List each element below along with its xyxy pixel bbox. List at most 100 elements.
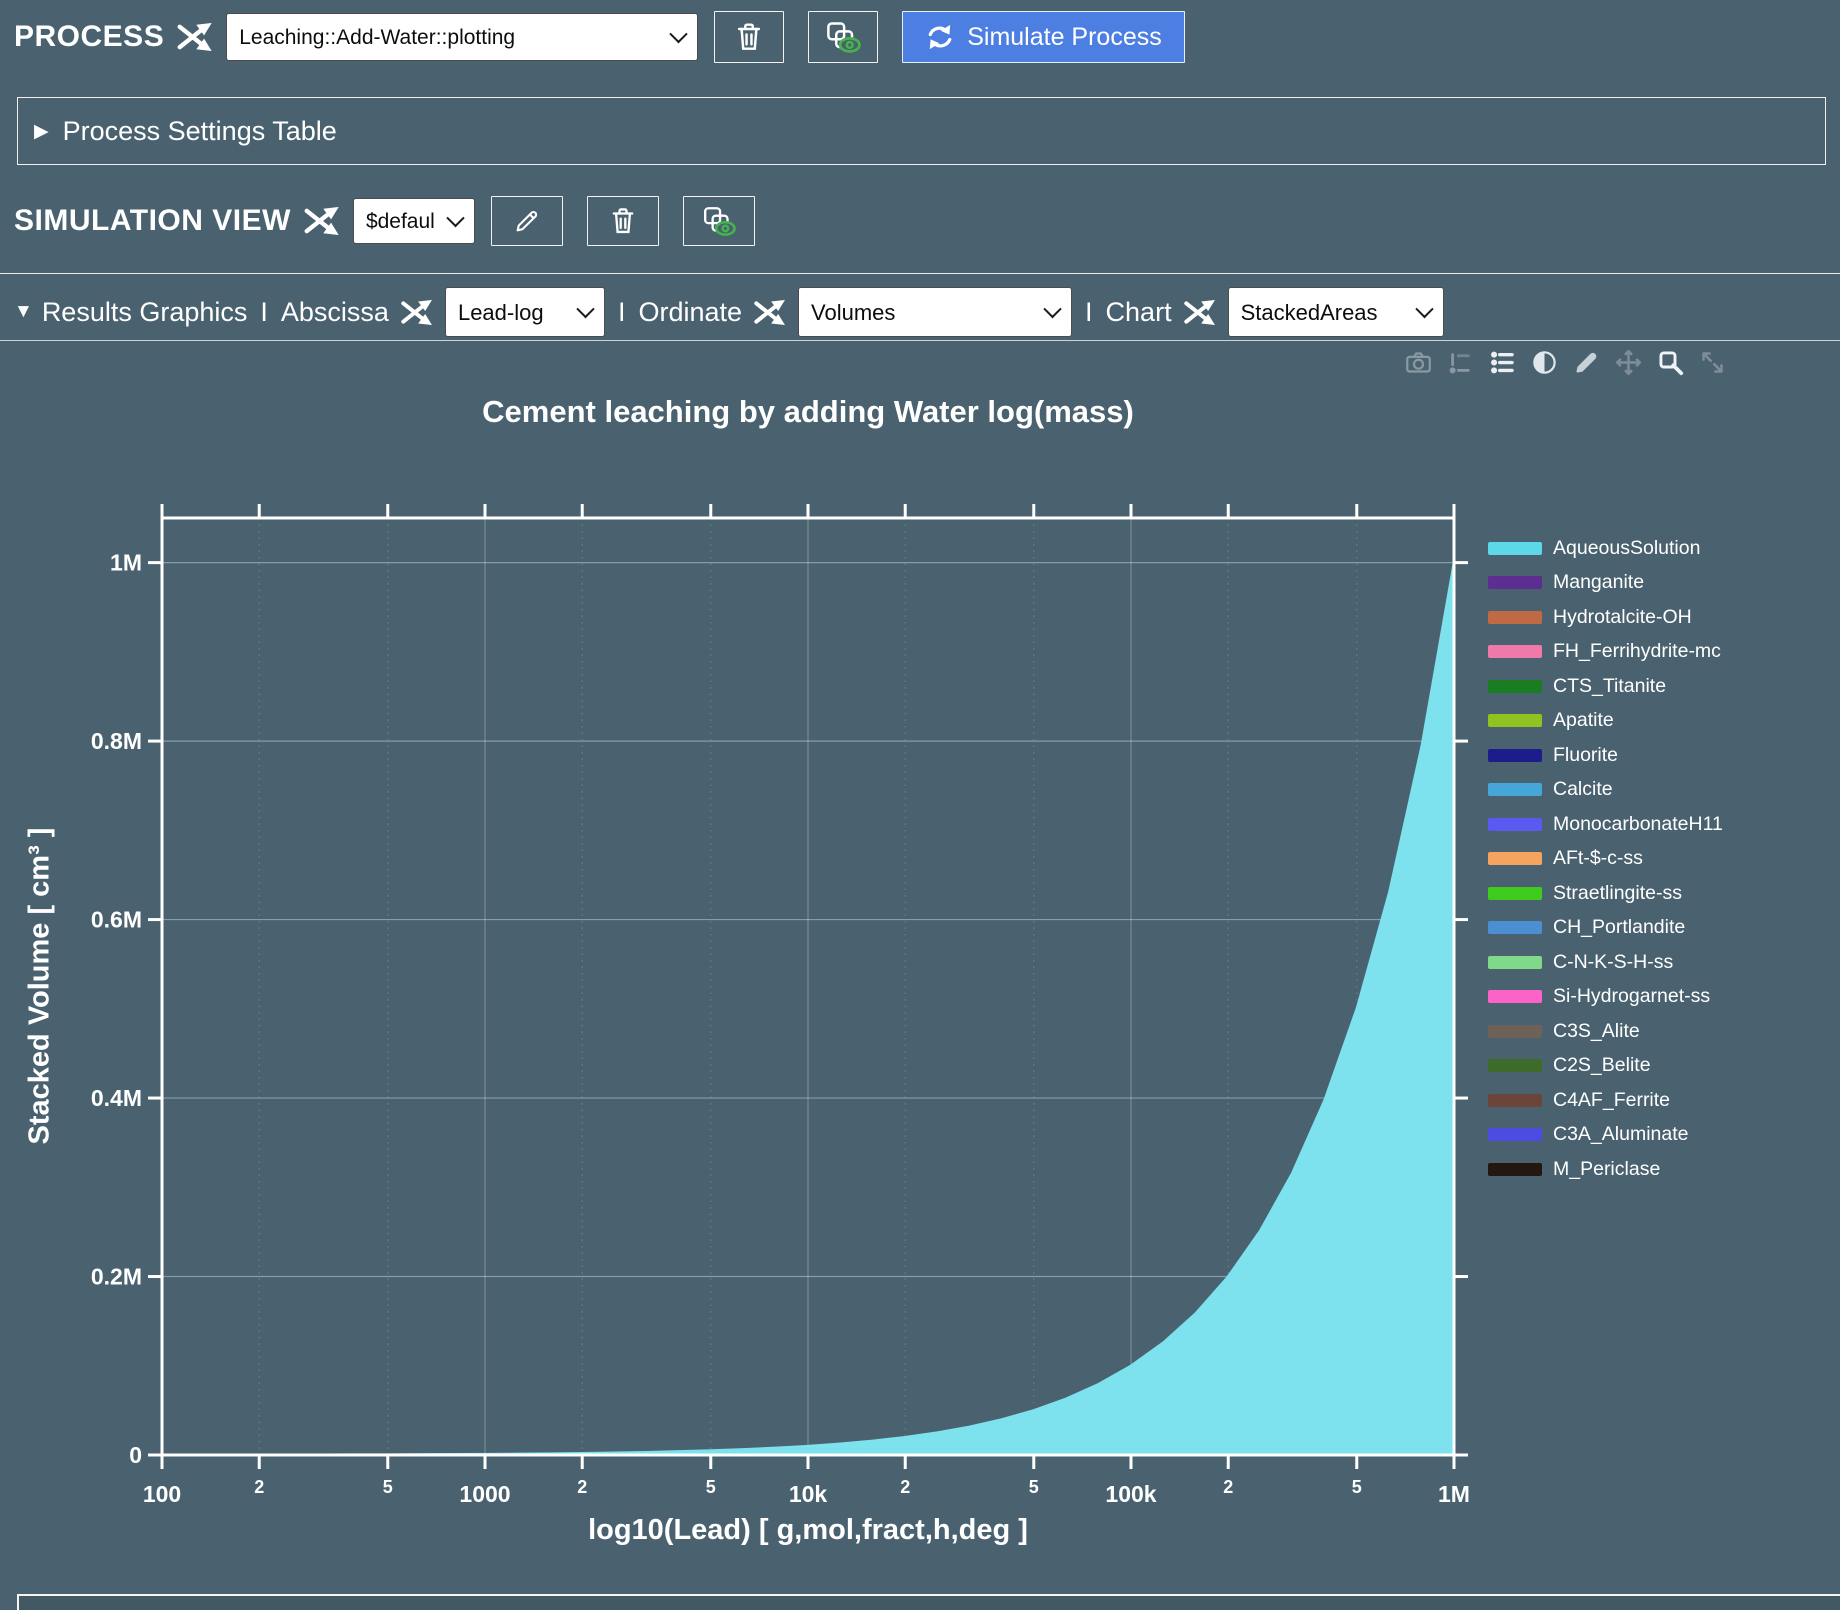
edit-view-button[interactable] xyxy=(491,196,563,246)
legend-label: C-N-K-S-H-ss xyxy=(1553,951,1673,974)
legend-item[interactable]: M_Periclase xyxy=(1488,1158,1723,1181)
legend-label: MonocarbonateH11 xyxy=(1553,813,1723,836)
legend-item[interactable]: AqueousSolution xyxy=(1488,537,1723,560)
y-tick-label: 1M xyxy=(110,550,142,576)
delete-view-button[interactable] xyxy=(587,196,659,246)
legend-swatch xyxy=(1488,956,1542,969)
legend-swatch xyxy=(1488,783,1542,796)
camera-icon[interactable] xyxy=(1405,349,1432,376)
legend-item[interactable]: C3S_Alite xyxy=(1488,1020,1723,1043)
x-minor-tick-label: 5 xyxy=(1352,1477,1362,1497)
legend-item[interactable]: Calcite xyxy=(1488,778,1723,801)
legend-item[interactable]: CTS_Titanite xyxy=(1488,675,1723,698)
abscissa-select[interactable]: Lead-log xyxy=(445,287,605,337)
legend-item[interactable]: Si-Hydrogarnet-ss xyxy=(1488,985,1723,1008)
pan-icon[interactable] xyxy=(1615,349,1642,376)
compare-data-icon[interactable] xyxy=(1531,349,1558,376)
legend-item[interactable]: Hydrotalcite-OH xyxy=(1488,606,1723,629)
legend-swatch xyxy=(1488,1163,1542,1176)
simulate-process-button[interactable]: Simulate Process xyxy=(902,11,1185,63)
legend-label: C3A_Aluminate xyxy=(1553,1123,1689,1146)
legend-label: Si-Hydrogarnet-ss xyxy=(1553,985,1710,1008)
chart-type-select-wrap: StackedAreas xyxy=(1228,287,1444,337)
legend-item[interactable]: AFt-$-c-ss xyxy=(1488,847,1723,870)
chart-type-select[interactable]: StackedAreas xyxy=(1228,287,1444,337)
legend-item[interactable]: MonocarbonateH11 xyxy=(1488,813,1723,836)
legend-label: M_Periclase xyxy=(1553,1158,1660,1181)
legend-item[interactable]: C3A_Aluminate xyxy=(1488,1123,1723,1146)
legend-item[interactable]: Straetlingite-ss xyxy=(1488,882,1723,905)
legend-item[interactable]: Fluorite xyxy=(1488,744,1723,767)
copy-eye-icon xyxy=(825,20,861,54)
legend-swatch xyxy=(1488,576,1542,589)
legend-item[interactable]: C2S_Belite xyxy=(1488,1054,1723,1077)
next-panel-top-edge xyxy=(17,1594,1840,1610)
legend-label: C2S_Belite xyxy=(1553,1054,1651,1077)
ordinate-select-wrap: Volumes xyxy=(798,287,1072,337)
view-select[interactable]: $default xyxy=(353,198,475,244)
ordinate-select[interactable]: Volumes xyxy=(798,287,1072,337)
y-tick-label: 0.8M xyxy=(91,728,142,754)
legend-item[interactable]: Apatite xyxy=(1488,709,1723,732)
legend-label: AqueousSolution xyxy=(1553,537,1700,560)
x-axis-title: log10(Lead) [ g,mol,fract,h,deg ] xyxy=(162,1514,1454,1547)
process-toolbar: PROCESS Leaching::Add-Water::plotting xyxy=(14,11,1185,63)
abscissa-select-wrap: Lead-log xyxy=(445,287,605,337)
ordinate-label: Ordinate xyxy=(638,297,742,328)
legend-item[interactable]: Manganite xyxy=(1488,571,1723,594)
delete-process-button[interactable] xyxy=(714,11,784,63)
separator: I xyxy=(258,297,270,328)
x-minor-tick-label: 2 xyxy=(900,1477,910,1497)
legend-swatch xyxy=(1488,542,1542,555)
x-minor-tick-label: 5 xyxy=(1029,1477,1039,1497)
simulate-process-label: Simulate Process xyxy=(967,23,1162,52)
section-divider xyxy=(0,273,1840,274)
legend-label: CTS_Titanite xyxy=(1553,675,1666,698)
draw-icon[interactable] xyxy=(1573,349,1600,376)
pencil-icon xyxy=(513,207,541,235)
legend-item[interactable]: C-N-K-S-H-ss xyxy=(1488,951,1723,974)
view-select-wrap: $default xyxy=(353,198,475,244)
legend-item[interactable]: CH_Portlandite xyxy=(1488,916,1723,939)
legend-swatch xyxy=(1488,887,1542,900)
zoom-icon[interactable] xyxy=(1657,349,1684,376)
clone-view-button[interactable] xyxy=(683,196,755,246)
x-minor-tick-label: 2 xyxy=(254,1477,264,1497)
toggle-spikelines-icon[interactable] xyxy=(1447,349,1474,376)
legend-item[interactable]: FH_Ferrihydrite-mc xyxy=(1488,640,1723,663)
legend-swatch xyxy=(1488,749,1542,762)
copy-eye-icon xyxy=(702,205,736,237)
legend-swatch xyxy=(1488,1128,1542,1141)
legend-swatch xyxy=(1488,1094,1542,1107)
x-minor-tick-label: 5 xyxy=(383,1477,393,1497)
process-settings-summary[interactable]: ▶ Process Settings Table xyxy=(17,97,1826,165)
x-tick-label: 100k xyxy=(1105,1481,1156,1507)
legend-swatch xyxy=(1488,1059,1542,1072)
process-select-wrap: Leaching::Add-Water::plotting xyxy=(226,13,698,61)
chart-label: Chart xyxy=(1106,297,1172,328)
x-tick-label: 1000 xyxy=(459,1481,510,1507)
clone-view-process-button[interactable] xyxy=(808,11,878,63)
app-root: { "process_bar": { "label": "PROCESS", "… xyxy=(0,0,1840,1610)
simulation-view-title: SIMULATION VIEW xyxy=(14,204,291,238)
simulation-view-toolbar: SIMULATION VIEW $default xyxy=(14,196,755,246)
trash-icon xyxy=(734,21,764,53)
autoscale-icon[interactable] xyxy=(1699,349,1726,376)
process-title: PROCESS xyxy=(14,20,164,54)
chart-legend: AqueousSolution Manganite Hydrotalcite-OH F… xyxy=(1488,537,1723,1192)
process-select[interactable]: Leaching::Add-Water::plotting xyxy=(226,13,698,61)
shuffle-icon xyxy=(753,298,787,327)
results-graphics-toggle[interactable]: ▼ Results Graphics xyxy=(14,297,247,328)
legend-swatch xyxy=(1488,645,1542,658)
legend-label: Apatite xyxy=(1553,709,1614,732)
hover-data-icon[interactable] xyxy=(1489,349,1516,376)
results-graphics-toolbar: ▼ Results Graphics I Abscissa Lead-log I… xyxy=(14,287,1444,337)
legend-swatch xyxy=(1488,990,1542,1003)
y-tick-label: 0.4M xyxy=(91,1085,142,1111)
legend-swatch xyxy=(1488,818,1542,831)
collapsed-triangle-icon: ▶ xyxy=(34,120,49,143)
x-tick-label: 10k xyxy=(789,1481,828,1507)
legend-swatch xyxy=(1488,714,1542,727)
x-tick-label: 1M xyxy=(1438,1481,1470,1507)
legend-item[interactable]: C4AF_Ferrite xyxy=(1488,1089,1723,1112)
